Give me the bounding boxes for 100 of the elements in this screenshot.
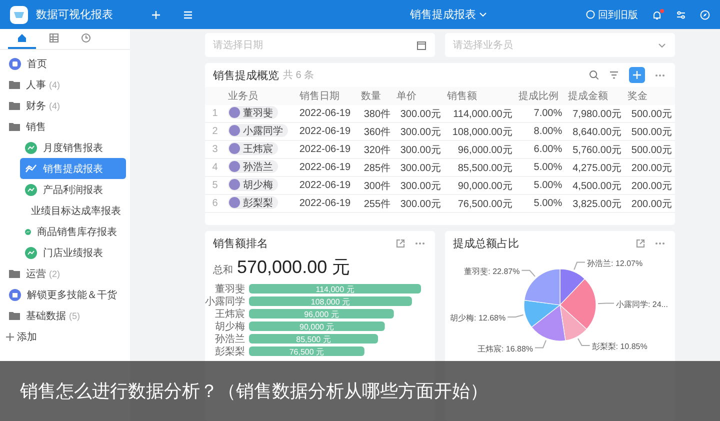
caret-icon	[479, 12, 487, 18]
add-record-button[interactable]	[629, 67, 645, 83]
total-value: 570,000.00 元	[237, 256, 350, 279]
calendar-icon	[417, 40, 426, 50]
folder-icon	[9, 269, 20, 278]
category-label: 小露同学	[205, 296, 245, 308]
slice-label: 孙浩兰: 12.07%	[587, 258, 643, 268]
category-label: 董羽斐	[215, 284, 245, 295]
column-header: 提成比例	[515, 87, 566, 105]
value-label: 90,000 元	[300, 322, 334, 332]
old-version-button[interactable]: 回到旧版	[586, 8, 638, 22]
table-cell: 200.00元	[624, 158, 675, 176]
select-field[interactable]: 请选择业务员	[445, 33, 675, 57]
column-header: 单价	[394, 87, 444, 105]
sidebar-item[interactable]: 产品利润报表	[20, 179, 126, 200]
sidebar-item[interactable]: 解锁更多技能＆干货	[0, 284, 130, 305]
sidebar-item[interactable]: 基础数据 (5)	[0, 305, 130, 326]
sidebar-item[interactable]: 人事 (4)	[0, 74, 130, 95]
category-label: 王炜宸	[215, 309, 245, 320]
sidebar-item[interactable]: 财务 (4)	[0, 95, 130, 116]
value-label: 108,000 元	[310, 298, 350, 306]
person-chip: 孙浩兰	[228, 160, 278, 173]
table-cell: 2022-06-19	[296, 158, 358, 176]
plus-icon[interactable]	[151, 10, 161, 20]
add-button[interactable]: 添加	[0, 326, 130, 347]
bell-icon[interactable]	[652, 10, 662, 20]
table-cell: 3,825.00元	[565, 194, 625, 212]
person-chip: 小露同学	[228, 124, 288, 137]
table-cell: 4,500.00元	[565, 176, 625, 194]
category-label: 胡少梅	[215, 322, 245, 332]
menu-icon[interactable]	[183, 10, 193, 18]
table-cell: 2022-06-19	[296, 194, 358, 212]
avatar-icon	[229, 143, 240, 154]
expand-icon[interactable]	[396, 238, 405, 248]
table-cell: 85,500.00元	[444, 158, 516, 176]
grid-icon	[49, 33, 59, 43]
card-title: 销售额排名	[213, 236, 268, 250]
expand-icon[interactable]	[636, 238, 645, 248]
avatar-icon	[229, 161, 240, 172]
table-cell: 500.00元	[624, 140, 675, 158]
sidebar-item[interactable]: 首页	[0, 53, 130, 74]
table-cell: 7.00%	[515, 105, 566, 122]
person-chip: 王炜宸	[228, 142, 278, 155]
card-title: 提成总额占比	[453, 236, 519, 250]
sidebar-item[interactable]: 销售	[0, 116, 130, 137]
column-header: 业务员	[225, 87, 296, 105]
table-cell: 285件	[358, 158, 394, 176]
plus-icon	[632, 70, 642, 80]
slice-label: 彭梨梨: 10.85%	[592, 342, 648, 351]
filter-icon[interactable]	[609, 71, 619, 79]
table-cell: 108,000.00元	[444, 122, 516, 140]
date-input[interactable]: 请选择日期	[213, 40, 417, 50]
sliders-icon[interactable]	[676, 10, 686, 20]
value-label: 85,500 元	[296, 335, 331, 344]
value-label: 114,000 元	[316, 285, 354, 294]
sidebar-item[interactable]: 运营 (2)	[0, 263, 130, 284]
search-icon[interactable]	[589, 70, 599, 80]
folder-icon	[9, 311, 20, 320]
table-cell: 255件	[358, 194, 394, 212]
table-cell: 300件	[358, 176, 394, 194]
table-cell: 8.00%	[515, 122, 566, 140]
table-cell: 300.00元	[394, 158, 444, 176]
table-cell: 96,000.00元	[444, 140, 516, 158]
more-icon[interactable]	[655, 74, 665, 76]
report-icon	[25, 246, 37, 258]
person-chip: 胡少梅	[228, 178, 278, 191]
sidebar-item[interactable]: 门店业绩报表	[20, 242, 126, 263]
avatar-icon	[229, 197, 240, 208]
pie-slice	[560, 268, 586, 306]
leader-line	[598, 302, 614, 304]
table-cell: 500.00元	[624, 122, 675, 140]
sidebar-item[interactable]: 业绩目标达成率报表	[20, 200, 126, 221]
leader-line	[521, 270, 536, 277]
table-cell: 8,640.00元	[565, 122, 625, 140]
more-icon[interactable]	[415, 242, 425, 244]
table-cell: 360件	[358, 122, 394, 140]
slice-label: 胡少梅: 12.68%	[450, 314, 506, 323]
slice-label: 小露同学: 24...	[616, 300, 668, 309]
circle-icon	[586, 10, 595, 19]
sidebar-item[interactable]: 商品销售库存报表	[20, 221, 126, 242]
report-icon	[25, 142, 37, 154]
row-number: 2	[205, 122, 225, 140]
more-icon[interactable]	[655, 242, 665, 244]
caret-icon	[658, 42, 666, 48]
category-label: 彭梨梨	[215, 346, 245, 358]
total-label: 总和	[213, 264, 233, 277]
date-field[interactable]: 请选择日期	[205, 33, 435, 57]
sidebar-item[interactable]: 月度销售报表	[20, 137, 126, 158]
table-cell: 5.00%	[515, 194, 566, 212]
pie-slice	[560, 304, 587, 341]
select-input[interactable]: 请选择业务员	[453, 40, 658, 50]
report-title-dropdown[interactable]: 销售提成报表	[410, 7, 487, 22]
line-chart-icon	[25, 164, 37, 174]
compass-icon[interactable]	[700, 10, 710, 20]
card-title: 销售提成概览	[213, 68, 279, 82]
row-number: 5	[205, 176, 225, 194]
leader-line	[578, 338, 590, 346]
slice-label: 王炜宸: 16.88%	[477, 344, 534, 354]
avatar-icon	[229, 107, 240, 118]
row-count: 共 6 条	[283, 68, 314, 82]
